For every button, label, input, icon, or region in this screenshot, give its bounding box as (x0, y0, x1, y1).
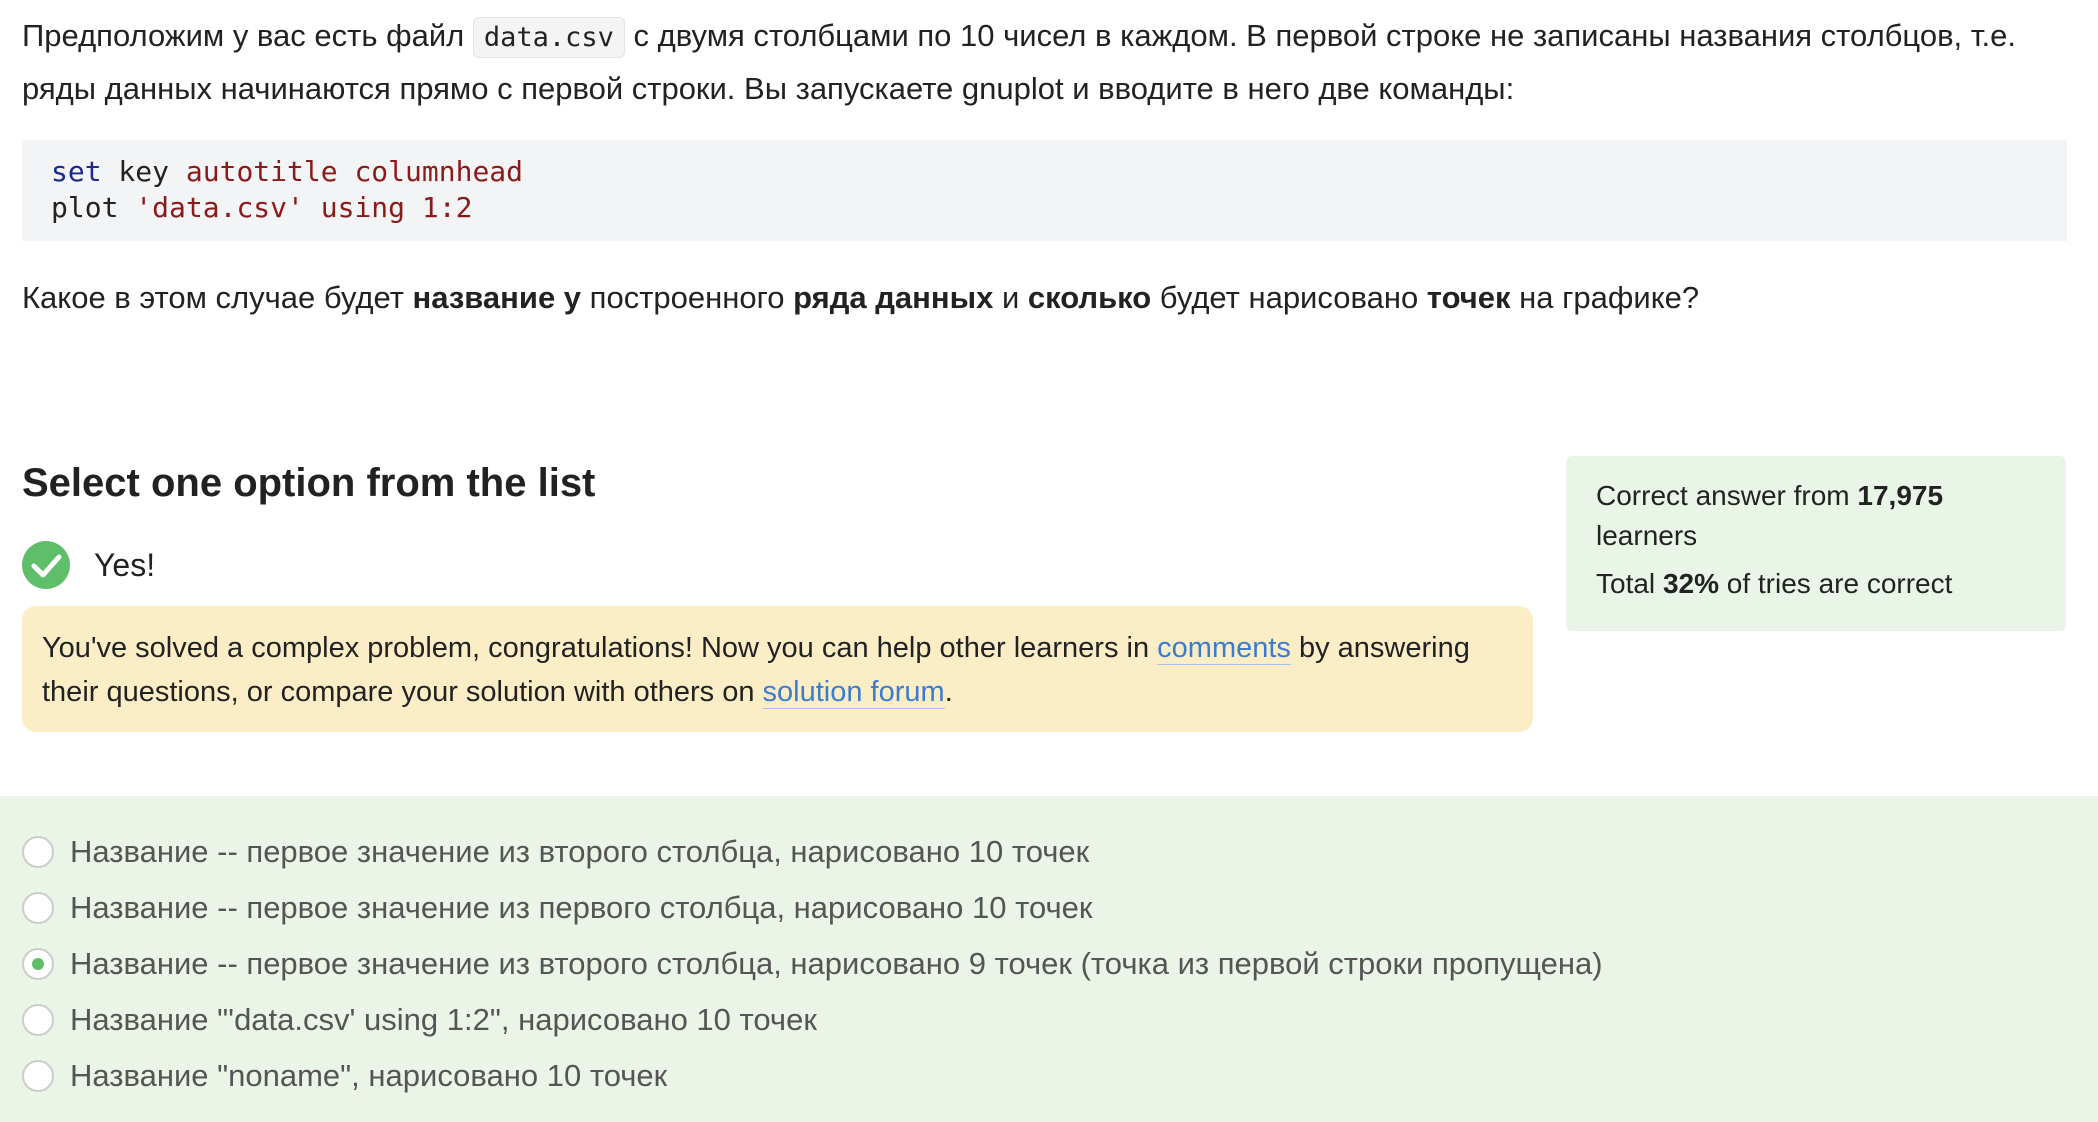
stats-panel: Correct answer from 17,975 learners Tota… (1566, 456, 2066, 631)
question-prompt-bold: точек (1426, 280, 1511, 315)
code-block: set key autotitle columnhead plot 'data.… (22, 140, 2067, 241)
solution-forum-link[interactable]: solution forum (762, 676, 945, 709)
option-label: Название -- первое значение из второго с… (70, 834, 1090, 869)
question-text-before: Предположим у вас есть файл (22, 18, 473, 53)
option-3[interactable]: Название -- первое значение из второго с… (22, 942, 1603, 986)
question-prompt-text: Какое в этом случае будет (22, 280, 413, 315)
congrats-banner: You've solved a complex problem, congrat… (22, 606, 1533, 732)
option-1[interactable]: Название -- первое значение из второго с… (22, 830, 1089, 874)
question-prompt-bold: название у (412, 280, 582, 315)
inline-code-filename: data.csv (472, 17, 625, 58)
code-line-2: plot 'data.csv' using 1:2 (51, 190, 2067, 226)
code-arg: 'data.csv' using 1:2 (135, 191, 473, 224)
stats-learners: Correct answer from 17,975 learners (1596, 476, 2036, 556)
option-label: Название "noname", нарисовано 10 точек (70, 1058, 668, 1093)
stats-text: Total (1596, 568, 1663, 599)
select-title: Select one option from the list (22, 461, 596, 505)
question-prompt: Какое в этом случае будет название у пос… (22, 273, 2072, 323)
radio-button[interactable] (22, 836, 54, 868)
stats-text: of tries are correct (1718, 568, 1953, 599)
option-5[interactable]: Название "noname", нарисовано 10 точек (22, 1054, 667, 1098)
question-prompt-bold: ряда данных (793, 280, 994, 315)
option-4[interactable]: Название "'data.csv' using 1:2", нарисов… (22, 998, 817, 1042)
stats-percent: Total 32% of tries are correct (1596, 564, 2036, 604)
radio-button[interactable] (22, 1060, 54, 1092)
question-intro: Предположим у вас есть файл data.csv с д… (22, 10, 2072, 114)
question-prompt-text: на графике? (1510, 280, 1700, 315)
code-line-1: set key autotitle columnhead (51, 154, 2067, 190)
question-prompt-text: будет нарисовано (1151, 280, 1427, 315)
question-prompt-text: и (993, 280, 1028, 315)
option-label: Название "'data.csv' using 1:2", нарисов… (70, 1002, 817, 1037)
result-row: Yes! (22, 540, 155, 590)
learners-count: 17,975 (1857, 480, 1944, 511)
option-2[interactable]: Название -- первое значение из первого с… (22, 886, 1093, 930)
radio-button[interactable] (22, 1004, 54, 1036)
comments-link[interactable]: comments (1157, 632, 1291, 665)
options-list: Название -- первое значение из второго с… (0, 796, 2098, 1122)
code-plain: key (101, 155, 186, 188)
radio-button[interactable] (22, 892, 54, 924)
stats-text: Correct answer from (1596, 480, 1858, 511)
result-text: Yes! (94, 546, 156, 583)
code-keyword: set (51, 155, 102, 188)
congrats-text: You've solved a complex problem, congrat… (42, 632, 1158, 664)
stats-text: learners (1596, 520, 1698, 551)
correct-percent: 32% (1662, 568, 1719, 599)
option-label: Название -- первое значение из первого с… (70, 890, 1093, 925)
option-label: Название -- первое значение из второго с… (70, 946, 1603, 981)
question-prompt-bold: сколько (1027, 280, 1152, 315)
code-arg: autotitle columnhead (185, 155, 524, 188)
radio-button-selected[interactable] (22, 948, 54, 980)
congrats-text: . (944, 676, 953, 708)
question-prompt-text: построенного (581, 280, 794, 315)
check-circle-icon (22, 541, 70, 589)
code-plain: plot (51, 191, 136, 224)
